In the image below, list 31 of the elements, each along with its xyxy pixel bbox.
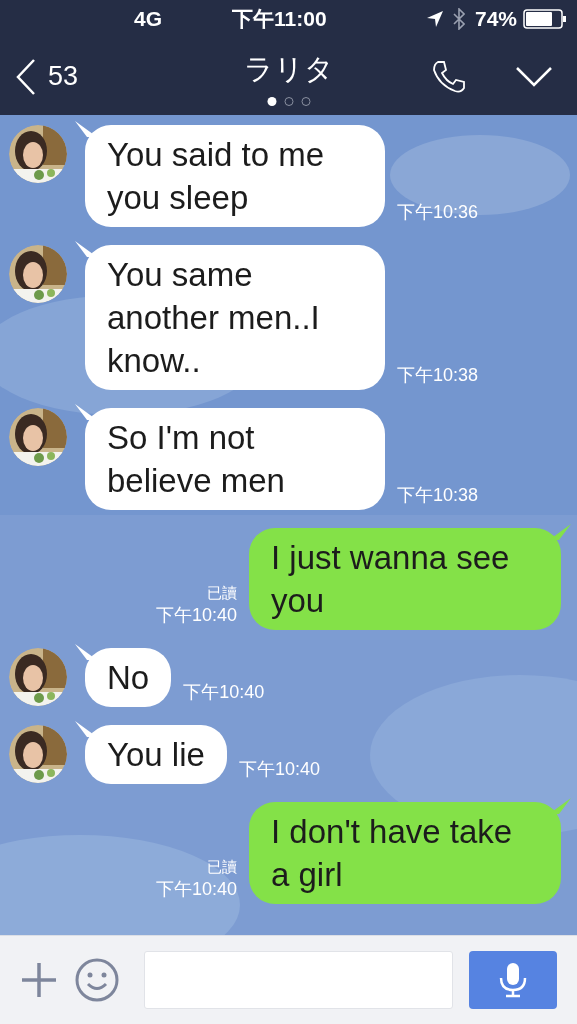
message-time: 下午10:40 bbox=[155, 604, 237, 626]
message-time: 下午10:38 bbox=[397, 484, 479, 506]
message-time: 下午10:40 bbox=[183, 681, 265, 703]
sent-message-bubble: I just wanna see you bbox=[249, 528, 561, 630]
received-message-bubble: You said to me you sleep bbox=[85, 125, 385, 227]
battery-percent: 74% bbox=[474, 6, 517, 33]
message-time: 下午10:40 bbox=[155, 878, 237, 900]
read-receipt: 已讀 bbox=[207, 583, 237, 603]
bluetooth-icon bbox=[452, 8, 465, 30]
chevron-down-icon[interactable] bbox=[515, 65, 553, 88]
received-message-bubble: So I'm not believe men bbox=[85, 408, 385, 510]
clock: 下午11:00 bbox=[232, 6, 327, 33]
chat-title: ラリタ bbox=[243, 52, 334, 87]
plus-icon[interactable] bbox=[20, 961, 58, 999]
voice-button[interactable] bbox=[469, 951, 557, 1009]
microphone-icon bbox=[498, 962, 528, 998]
received-message-bubble: You same another men..I know.. bbox=[85, 245, 385, 390]
message-time: 下午10:36 bbox=[397, 201, 479, 223]
back-button[interactable]: 53 bbox=[16, 56, 79, 97]
sent-message-bubble: I don't have take a girl bbox=[249, 802, 561, 904]
network-type: 4G bbox=[134, 6, 162, 33]
emoji-icon[interactable] bbox=[74, 957, 120, 1003]
read-receipt: 已讀 bbox=[207, 857, 237, 877]
battery-icon bbox=[523, 9, 567, 29]
message-time: 下午10:38 bbox=[397, 364, 479, 386]
message-time: 下午10:40 bbox=[238, 758, 320, 780]
received-message-bubble: You lie bbox=[85, 725, 227, 784]
location-arrow-icon bbox=[426, 11, 443, 27]
message-input[interactable] bbox=[144, 951, 453, 1009]
chevron-left-icon bbox=[16, 57, 36, 96]
phone-icon[interactable] bbox=[431, 58, 467, 95]
